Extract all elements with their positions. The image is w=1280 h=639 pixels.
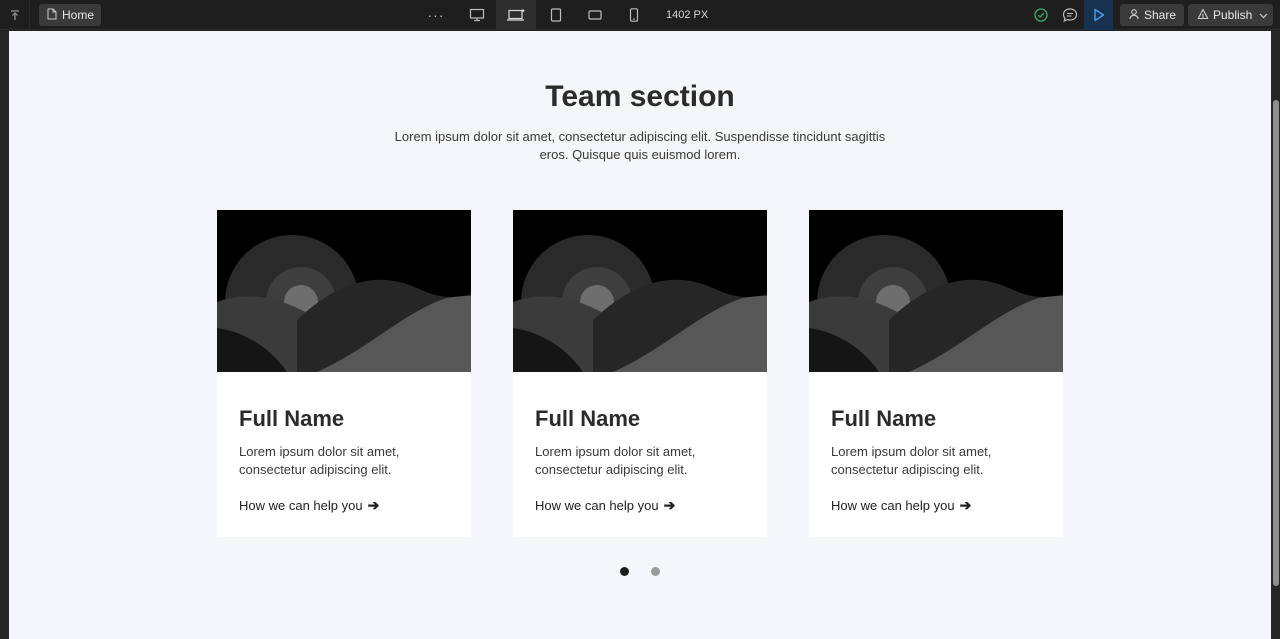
section-subtitle: Lorem ipsum dolor sit amet, consectetur … bbox=[394, 129, 886, 162]
member-name: Full Name bbox=[239, 406, 345, 431]
tablet-icon[interactable] bbox=[537, 0, 575, 30]
page-canvas: Team section Lorem ipsum dolor sit amet,… bbox=[9, 31, 1271, 639]
help-link-label: How we can help you bbox=[831, 498, 955, 513]
laptop-icon[interactable] bbox=[496, 0, 536, 30]
placeholder-image bbox=[217, 210, 471, 372]
help-link[interactable]: How we can help you ➔ bbox=[535, 497, 675, 514]
placeholder-image bbox=[513, 210, 767, 372]
canvas-left-gutter bbox=[0, 31, 9, 639]
help-link[interactable]: How we can help you ➔ bbox=[831, 497, 971, 514]
arrow-right-icon: ➔ bbox=[663, 497, 676, 513]
user-icon bbox=[1128, 8, 1140, 23]
help-link-label: How we can help you bbox=[535, 498, 659, 513]
member-name: Full Name bbox=[535, 406, 641, 431]
member-description: Lorem ipsum dolor sit amet, consectetur … bbox=[831, 444, 992, 477]
scrollbar-thumb[interactable] bbox=[1273, 100, 1279, 586]
more-options-button[interactable]: ··· bbox=[417, 0, 455, 30]
page-selector[interactable]: Home bbox=[39, 4, 102, 26]
placeholder-image bbox=[809, 210, 1063, 372]
desktop-icon[interactable] bbox=[458, 0, 496, 30]
play-icon[interactable] bbox=[1084, 0, 1113, 30]
page-name: Home bbox=[62, 8, 95, 22]
share-label: Share bbox=[1144, 8, 1177, 22]
team-card[interactable]: Full Name Lorem ipsum dolor sit amet, co… bbox=[513, 210, 767, 537]
arrow-right-icon: ➔ bbox=[959, 497, 972, 513]
publish-label: Publish bbox=[1213, 8, 1253, 22]
section-title: Team section bbox=[545, 80, 735, 113]
collapse-up-icon[interactable] bbox=[0, 0, 30, 30]
help-link[interactable]: How we can help you ➔ bbox=[239, 497, 379, 514]
chevron-down-icon[interactable] bbox=[1259, 8, 1268, 22]
comment-icon[interactable] bbox=[1061, 6, 1079, 29]
check-circle-icon[interactable] bbox=[1032, 6, 1050, 29]
tablet-landscape-icon[interactable] bbox=[576, 0, 614, 30]
team-card[interactable]: Full Name Lorem ipsum dolor sit amet, co… bbox=[809, 210, 1063, 537]
share-button[interactable]: Share bbox=[1120, 4, 1185, 26]
publish-icon bbox=[1197, 8, 1209, 23]
viewport-width-label: 1402 PX bbox=[666, 9, 709, 21]
member-name: Full Name bbox=[831, 406, 937, 431]
help-link-label: How we can help you bbox=[239, 498, 363, 513]
mobile-icon[interactable] bbox=[615, 0, 653, 30]
editor-toolbar: Home ··· 1402 PX Share Publish bbox=[0, 0, 1280, 30]
team-card[interactable]: Full Name Lorem ipsum dolor sit amet, co… bbox=[217, 210, 471, 537]
member-description: Lorem ipsum dolor sit amet, consectetur … bbox=[239, 444, 400, 477]
page-icon bbox=[47, 8, 57, 23]
carousel-dot-2[interactable] bbox=[651, 567, 660, 576]
publish-button[interactable]: Publish bbox=[1188, 4, 1273, 26]
carousel-dot-1[interactable] bbox=[620, 567, 629, 576]
member-description: Lorem ipsum dolor sit amet, consectetur … bbox=[535, 444, 696, 477]
arrow-right-icon: ➔ bbox=[367, 497, 380, 513]
